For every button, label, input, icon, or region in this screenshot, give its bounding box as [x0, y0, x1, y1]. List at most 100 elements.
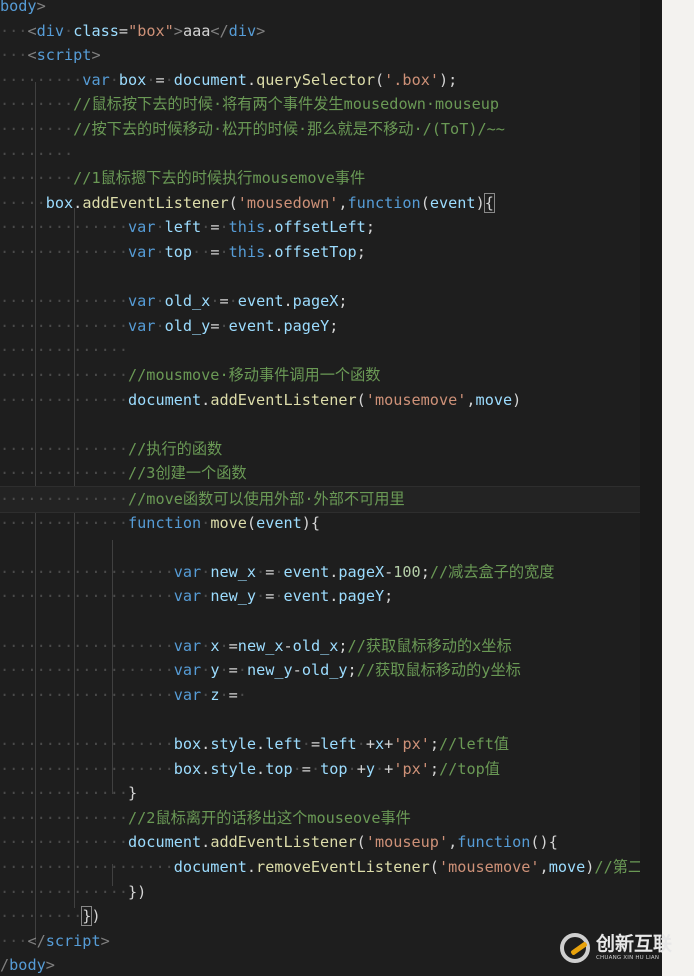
code-token-op: =	[210, 243, 220, 261]
code-token-kw: function	[347, 193, 421, 212]
code-line[interactable]: ·········var·box·=·document.querySelecto…	[0, 68, 457, 93]
code-line[interactable]: ···<div·class="box">aaa</div>	[0, 19, 265, 44]
code-token-op: ;	[329, 316, 339, 335]
code-token-str: "box"	[128, 21, 174, 40]
whitespace-indent: ··············	[0, 808, 129, 827]
whitespace-indent: ···················	[0, 735, 174, 753]
code-line[interactable]: body>	[0, 0, 46, 19]
code-line[interactable]: ··············document.addEventListener(…	[0, 388, 521, 413]
code-token-ws: ·	[155, 316, 165, 335]
code-line[interactable]: ········//1鼠标摁下去的时候执行mousemove事件	[0, 166, 365, 191]
code-token-var: new_x	[210, 562, 257, 581]
code-token-tag: body	[9, 956, 46, 975]
code-line[interactable]: ···················document.removeEventL…	[0, 855, 643, 880]
code-token-ws: ··	[192, 243, 211, 261]
code-line[interactable]: ··············//move函数可以使用外部·外部不可用里	[0, 486, 662, 513]
code-line[interactable]: ···················box.style.top·=·top·+…	[0, 757, 500, 782]
code-token-kw: var	[128, 316, 156, 335]
code-token-num: 100	[393, 562, 421, 581]
code-token-var: event	[283, 587, 330, 606]
code-token-tag: script	[36, 46, 92, 65]
code-line[interactable]: ···················var·new_x·=·event.pag…	[0, 560, 554, 585]
code-line[interactable]: ···················var·y·=·new_y-old_y;/…	[0, 658, 521, 683]
code-token-op: ,	[466, 390, 476, 409]
code-token-var: move	[475, 390, 513, 409]
code-token-op: .	[73, 193, 83, 212]
code-line[interactable]: ··············//3创建一个函数	[0, 461, 247, 486]
code-token-kw: this	[228, 218, 266, 237]
code-line[interactable]: ···</script>	[0, 929, 110, 954]
editor-scrollbar[interactable]	[640, 0, 662, 976]
code-token-cmt: //top值	[439, 759, 500, 778]
code-token-ws: ·	[201, 513, 211, 532]
code-token-op: .	[201, 759, 211, 778]
whitespace-indent: ··············	[0, 341, 129, 360]
whitespace-indent: ··············	[0, 833, 129, 852]
code-line[interactable]: ··············//2鼠标离开的话移出这个mouseove事件	[0, 806, 411, 831]
code-line[interactable]: ···················var·x·=new_x-old_x;//…	[0, 634, 512, 659]
whitespace-indent: ··············	[0, 464, 129, 483]
code-line[interactable]: ········//按下去的时候移动·松开的时候·那么就是不移动·/(ToT)/…	[0, 117, 505, 142]
code-line[interactable]: ··············var·old_x·=·event.pageX;	[0, 289, 348, 314]
whitespace-indent: ··············	[0, 218, 129, 237]
code-token-op: ;	[365, 218, 375, 237]
code-line[interactable]: ··············var·old_y=·event.pageY;	[0, 314, 338, 339]
code-line[interactable]: ··············var·top··=·this.offsetTop;	[0, 240, 366, 265]
code-editor[interactable]: body> ···<div·class="box">aaa</div> ···<sc…	[0, 0, 662, 976]
code-token-str: '.box'	[384, 70, 440, 89]
code-line[interactable]: /body>	[0, 953, 55, 976]
code-line[interactable]: ···················var·new_y·=·event.pag…	[0, 584, 393, 609]
code-token-var: style	[210, 759, 257, 778]
code-token-var: box	[45, 193, 74, 212]
code-token-kw: var	[173, 587, 202, 606]
code-line[interactable]: ·········})	[0, 904, 101, 929]
code-token-pun: >	[100, 931, 110, 950]
code-token-op: =	[310, 735, 321, 753]
code-token-var: event	[283, 562, 330, 581]
code-line[interactable]: ···················var·z·=·	[0, 683, 247, 708]
code-token-var: pageX	[338, 562, 385, 581]
code-token-op: ,	[338, 193, 348, 212]
code-line[interactable]: ········	[0, 142, 73, 167]
code-line[interactable]: ··············var·left·=·this.offsetLeft…	[0, 215, 375, 240]
code-token-kw: var	[128, 243, 156, 261]
code-token-cmt: //鼠标按下去的时候·将有两个事件发生mousedown·mouseup	[73, 95, 500, 114]
code-token-op: (	[374, 70, 385, 89]
whitespace-indent: ·········	[0, 70, 83, 89]
code-line[interactable]: ···················box.style.left·=left·…	[0, 732, 509, 757]
code-line[interactable]: ··············}	[0, 781, 137, 806]
code-token-fn: removeEventListener	[256, 858, 430, 876]
code-line[interactable]: ··············})	[0, 880, 146, 905]
code-line[interactable]: ·····box.addEventListener('mousedown',fu…	[0, 191, 495, 216]
code-line[interactable]: ········//鼠标按下去的时候·将有两个事件发生mousedown·mou…	[0, 92, 499, 117]
code-token-ws: ·	[219, 636, 229, 655]
code-token-op: ;	[356, 243, 366, 261]
code-token-ws: ·	[201, 218, 211, 237]
code-token-var: document	[173, 858, 247, 876]
code-line[interactable]: ··············//执行的函数	[0, 437, 222, 462]
code-token-op: =	[118, 21, 129, 40]
code-token-str: 'mousemove'	[438, 858, 540, 876]
code-token-op: .	[201, 833, 211, 852]
code-line[interactable]: ··············document.addEventListener(…	[0, 830, 558, 855]
code-token-op: (	[228, 193, 238, 212]
code-line[interactable]: ··············//mousmove·移动事件调用一个函数	[0, 363, 380, 388]
code-token-pun: </	[27, 931, 46, 950]
code-token-var: style	[210, 735, 257, 753]
code-token-var: left	[320, 735, 357, 753]
code-token-op: .	[201, 735, 211, 753]
code-token-var: document	[173, 70, 247, 89]
code-line[interactable]: ···<script>	[0, 43, 101, 68]
watermark-name-en: CHUANG XIN HU LIAN	[596, 955, 660, 961]
whitespace-indent: ········	[0, 169, 74, 188]
whitespace-indent: ··············	[0, 243, 129, 261]
code-token-var: old_x	[164, 292, 211, 311]
code-token-cmt: //left值	[439, 735, 510, 753]
code-token-op: +	[365, 735, 375, 753]
code-token-op: (){	[530, 833, 558, 852]
code-token-kw: function	[128, 513, 202, 532]
code-line[interactable]: ··············	[0, 338, 128, 363]
code-line[interactable]: ··············function·move(event){	[0, 511, 320, 536]
code-token-ws: ·	[310, 759, 321, 778]
code-token-op: =	[228, 661, 238, 680]
